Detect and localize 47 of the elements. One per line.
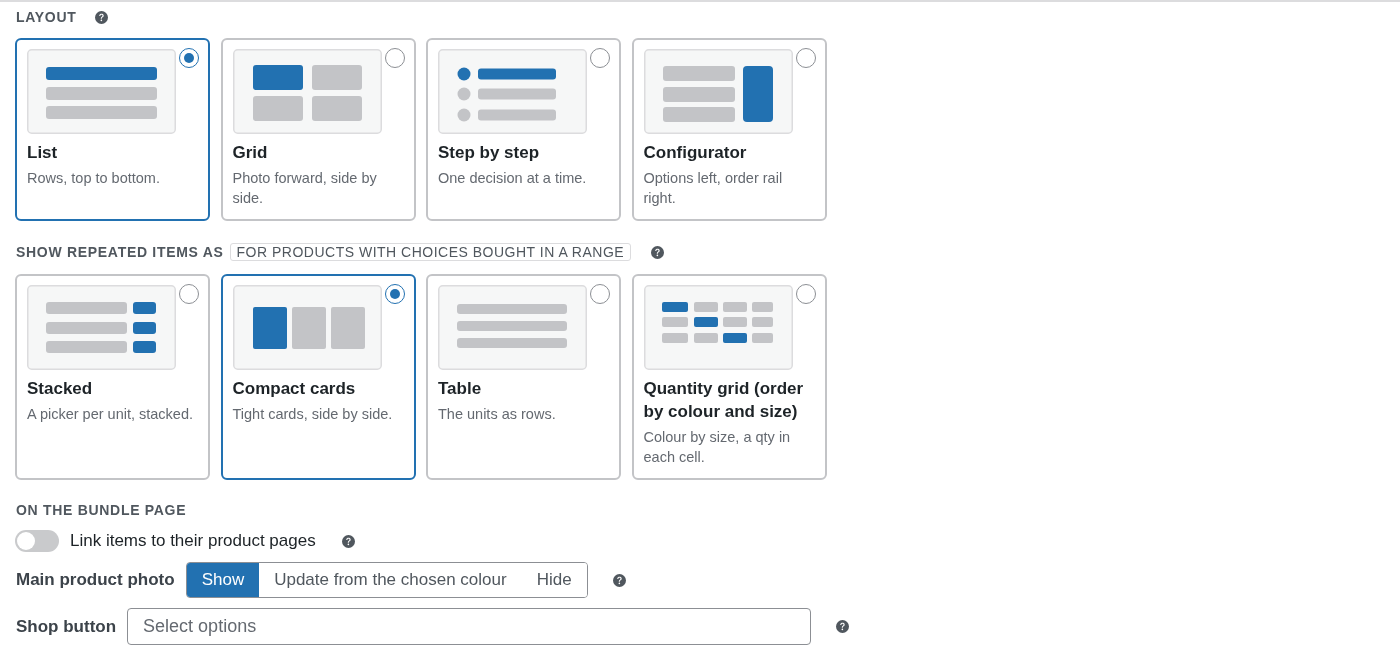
- option-description: Photo forward, side by side.: [232, 169, 378, 208]
- option-title: Table: [438, 378, 483, 400]
- option-title: List: [27, 142, 59, 164]
- radio-button[interactable]: [384, 48, 405, 68]
- help-icon[interactable]: [836, 620, 850, 633]
- radio-button[interactable]: [795, 284, 816, 304]
- radio-button[interactable]: [590, 284, 610, 304]
- option-description: The units as rows.: [438, 405, 557, 424]
- text-input[interactable]: Select options: [127, 608, 812, 645]
- field-label: Shop button: [15, 616, 117, 637]
- option-card[interactable]: Compact cards Tight cards, side by side.: [220, 274, 416, 480]
- section-heading: SHOW REPEATED ITEMS AS: [16, 243, 224, 261]
- section-heading: ON THE BUNDLE PAGE: [16, 501, 187, 519]
- option-card[interactable]: Grid Photo forward, side by side.: [220, 38, 416, 221]
- option-title: Step by step: [438, 142, 541, 164]
- option-description: One decision at a time.: [438, 169, 588, 188]
- option-card[interactable]: Step by step One decision at a time.: [426, 38, 621, 221]
- option-title: Quantity grid (order by colour and size): [643, 378, 805, 423]
- radio-button[interactable]: [590, 48, 610, 68]
- radio-button[interactable]: [384, 284, 405, 304]
- option-card[interactable]: Configurator Options left, order rail right.: [631, 38, 827, 221]
- option-description: Rows, top to bottom.: [27, 169, 161, 188]
- radio-button[interactable]: [795, 48, 816, 68]
- toggle-switch[interactable]: [15, 530, 59, 552]
- help-icon[interactable]: [341, 534, 355, 548]
- option-title: Grid: [232, 142, 269, 164]
- help-icon[interactable]: [612, 573, 626, 587]
- help-icon[interactable]: [651, 245, 665, 259]
- option-title: Configurator: [643, 142, 748, 164]
- option-description: Colour by size, a qty in each cell.: [643, 428, 792, 467]
- option-description: A picker per unit, stacked.: [27, 405, 195, 424]
- help-icon[interactable]: [95, 10, 109, 24]
- scope-tag: FOR PRODUCTS WITH CHOICES BOUGHT IN A RANGE: [229, 243, 632, 261]
- section-heading: LAYOUT: [16, 8, 77, 26]
- option-card[interactable]: Quantity grid (order by colour and size) Colour by size, a qty in each cell.: [631, 274, 827, 480]
- segment-button[interactable]: Show: [186, 563, 260, 597]
- toggle-label: Link items to their product pages: [70, 531, 316, 551]
- option-card[interactable]: Stacked A picker per unit, stacked.: [15, 274, 210, 480]
- field-label: Main product photo: [15, 570, 175, 590]
- option-card[interactable]: List Rows, top to bottom.: [15, 38, 210, 221]
- option-description: Options left, order rail right.: [643, 169, 784, 208]
- radio-button[interactable]: [179, 48, 199, 68]
- option-card[interactable]: Table The units as rows.: [426, 274, 621, 480]
- option-title: Compact cards: [232, 378, 357, 400]
- radio-button[interactable]: [179, 284, 199, 304]
- option-description: Tight cards, side by side.: [232, 405, 394, 424]
- option-title: Stacked: [27, 378, 94, 400]
